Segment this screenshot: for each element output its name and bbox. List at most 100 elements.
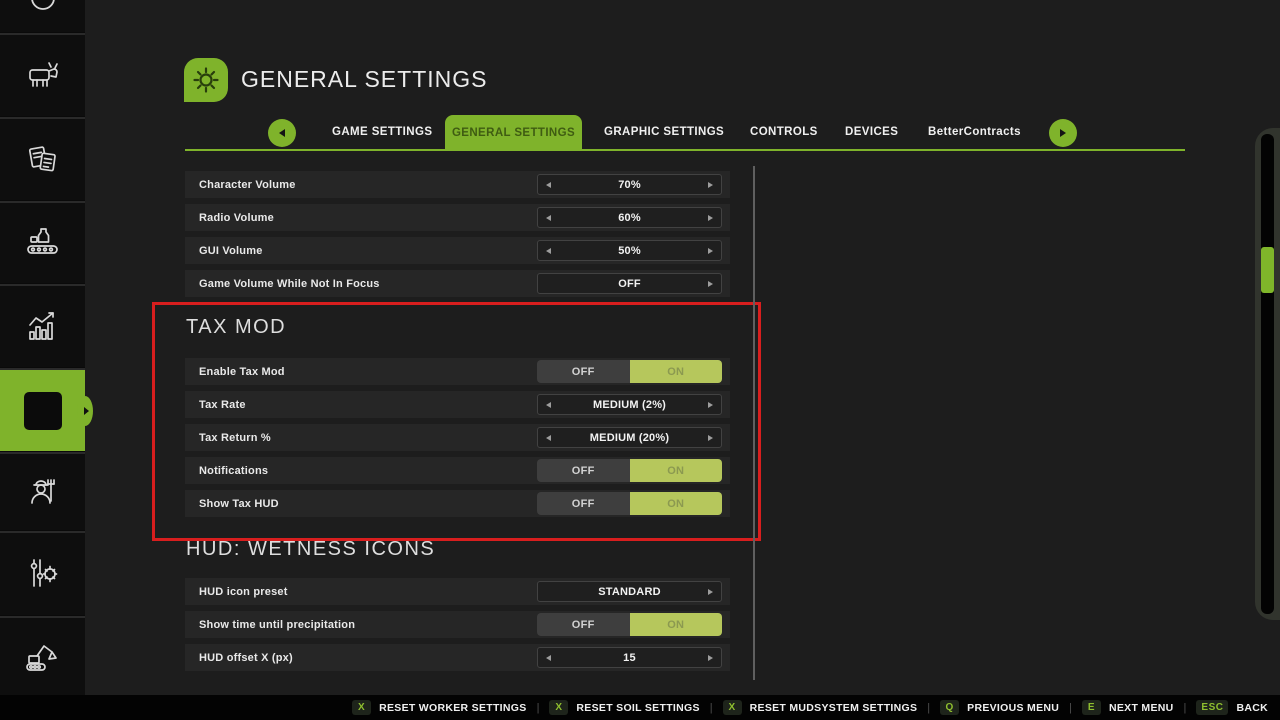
- setting-label: Game Volume While Not In Focus: [199, 278, 380, 290]
- setting-label: Show Tax HUD: [199, 498, 279, 510]
- show-tax-hud-toggle[interactable]: OFF ON: [537, 492, 722, 515]
- tab-bettercontracts[interactable]: BetterContracts: [928, 126, 1021, 138]
- bottom-label: RESET SOIL SETTINGS: [576, 702, 699, 714]
- tabs-previous-button[interactable]: [268, 119, 296, 147]
- bottom-label: PREVIOUS MENU: [967, 702, 1059, 714]
- toggle-on-option[interactable]: ON: [630, 613, 723, 636]
- section-title-tax-mod: TAX MOD: [186, 316, 286, 339]
- key-badge-q: Q: [940, 700, 959, 715]
- chevron-right-icon: [1060, 129, 1066, 137]
- previous-menu-button[interactable]: Q PREVIOUS MENU: [940, 700, 1059, 715]
- setting-row-hud-offset-x: HUD offset X (px) 15: [185, 644, 730, 671]
- toggle-on-option[interactable]: ON: [630, 360, 723, 383]
- stepper-increase-icon[interactable]: [708, 182, 713, 188]
- setting-row-tax-return: Tax Return % MEDIUM (20%): [185, 424, 730, 451]
- game-volume-focus-stepper[interactable]: OFF: [537, 273, 722, 294]
- radio-volume-stepper[interactable]: 60%: [537, 207, 722, 228]
- separator: |: [927, 702, 930, 714]
- reset-soil-settings-button[interactable]: X RESET SOIL SETTINGS: [549, 700, 699, 715]
- sidebar-item-workers[interactable]: [0, 452, 85, 530]
- statistics-icon: [22, 306, 64, 348]
- tab-graphic-settings[interactable]: GRAPHIC SETTINGS: [604, 126, 724, 138]
- right-scroll-widget: [1255, 128, 1280, 620]
- tab-game-settings[interactable]: GAME SETTINGS: [332, 126, 432, 138]
- bottom-key-bar: X RESET WORKER SETTINGS | X RESET SOIL S…: [0, 695, 1280, 720]
- stepper-decrease-icon[interactable]: [546, 215, 551, 221]
- stepper-value: STANDARD: [598, 586, 661, 598]
- back-button[interactable]: ESC BACK: [1196, 700, 1268, 715]
- key-badge-esc: ESC: [1196, 700, 1228, 715]
- setting-label: HUD icon preset: [199, 586, 288, 598]
- stepper-decrease-icon[interactable]: [546, 435, 551, 441]
- sidebar-item-game-settings[interactable]: [0, 531, 85, 615]
- sidebar-item-construction[interactable]: [0, 616, 85, 695]
- next-menu-button[interactable]: E NEXT MENU: [1082, 700, 1174, 715]
- setting-row-gui-volume: GUI Volume 50%: [185, 237, 730, 264]
- stepper-decrease-icon[interactable]: [546, 655, 551, 661]
- stepper-increase-icon[interactable]: [708, 215, 713, 221]
- key-badge-x: X: [723, 700, 742, 715]
- notifications-toggle[interactable]: OFF ON: [537, 459, 722, 482]
- stepper-increase-icon[interactable]: [708, 281, 713, 287]
- scrollbar-slot[interactable]: [1261, 134, 1274, 614]
- reset-worker-settings-button[interactable]: X RESET WORKER SETTINGS: [352, 700, 526, 715]
- stepper-decrease-icon[interactable]: [546, 248, 551, 254]
- cow-icon: [22, 55, 64, 97]
- toggle-off-option[interactable]: OFF: [537, 492, 630, 515]
- tab-controls[interactable]: CONTROLS: [750, 126, 818, 138]
- setting-row-show-precipitation-time: Show time until precipitation OFF ON: [185, 611, 730, 638]
- stepper-increase-icon[interactable]: [708, 402, 713, 408]
- contracts-icon: [22, 139, 64, 181]
- scrollbar-thumb[interactable]: [1261, 247, 1274, 293]
- tax-rate-stepper[interactable]: MEDIUM (2%): [537, 394, 722, 415]
- tab-underline: [185, 149, 1185, 151]
- enable-tax-mod-toggle[interactable]: OFF ON: [537, 360, 722, 383]
- map-icon: [23, 0, 63, 26]
- tab-general-settings-label: GENERAL SETTINGS: [452, 127, 575, 139]
- sidebar-item-statistics[interactable]: [0, 284, 85, 367]
- setting-row-show-tax-hud: Show Tax HUD OFF ON: [185, 490, 730, 517]
- sidebar-item-production[interactable]: [0, 201, 85, 283]
- sidebar-item-map[interactable]: [0, 0, 85, 32]
- separator: |: [537, 702, 540, 714]
- toggle-off-option[interactable]: OFF: [537, 613, 630, 636]
- bottom-label: NEXT MENU: [1109, 702, 1174, 714]
- toggle-off-option[interactable]: OFF: [537, 360, 630, 383]
- page-title: GENERAL SETTINGS: [241, 66, 487, 93]
- stepper-decrease-icon[interactable]: [546, 182, 551, 188]
- toggle-on-option[interactable]: ON: [630, 459, 723, 482]
- character-volume-stepper[interactable]: 70%: [537, 174, 722, 195]
- tabs-next-button[interactable]: [1049, 119, 1077, 147]
- hud-offset-x-stepper[interactable]: 15: [537, 647, 722, 668]
- setting-label: Character Volume: [199, 179, 296, 191]
- setting-row-hud-icon-preset: HUD icon preset STANDARD: [185, 578, 730, 605]
- hud-icon-preset-stepper[interactable]: STANDARD: [537, 581, 722, 602]
- stepper-increase-icon[interactable]: [708, 655, 713, 661]
- separator: |: [1069, 702, 1072, 714]
- sidebar-item-contracts[interactable]: [0, 117, 85, 200]
- separator: |: [710, 702, 713, 714]
- stepper-value: MEDIUM (2%): [593, 399, 666, 411]
- setting-label: Radio Volume: [199, 212, 274, 224]
- tab-general-settings[interactable]: GENERAL SETTINGS: [445, 115, 582, 151]
- setting-row-enable-tax-mod: Enable Tax Mod OFF ON: [185, 358, 730, 385]
- sidebar-item-mod-settings-active[interactable]: [0, 368, 85, 451]
- show-precipitation-toggle[interactable]: OFF ON: [537, 613, 722, 636]
- stepper-value: 50%: [618, 245, 641, 257]
- stepper-decrease-icon[interactable]: [546, 402, 551, 408]
- stepper-increase-icon[interactable]: [708, 589, 713, 595]
- stepper-value: MEDIUM (20%): [590, 432, 669, 444]
- gui-volume-stepper[interactable]: 50%: [537, 240, 722, 261]
- reset-mudsystem-settings-button[interactable]: X RESET MUDSYSTEM SETTINGS: [723, 700, 918, 715]
- sidebar-item-animals[interactable]: [0, 33, 85, 116]
- toggle-off-option[interactable]: OFF: [537, 459, 630, 482]
- setting-label: GUI Volume: [199, 245, 263, 257]
- stepper-increase-icon[interactable]: [708, 435, 713, 441]
- setting-row-tax-rate: Tax Rate MEDIUM (2%): [185, 391, 730, 418]
- tab-devices[interactable]: DEVICES: [845, 126, 898, 138]
- tax-return-stepper[interactable]: MEDIUM (20%): [537, 427, 722, 448]
- stepper-increase-icon[interactable]: [708, 248, 713, 254]
- toggle-on-option[interactable]: ON: [630, 492, 723, 515]
- content-scrollbar-track[interactable]: [753, 166, 755, 680]
- chevron-left-icon: [279, 129, 285, 137]
